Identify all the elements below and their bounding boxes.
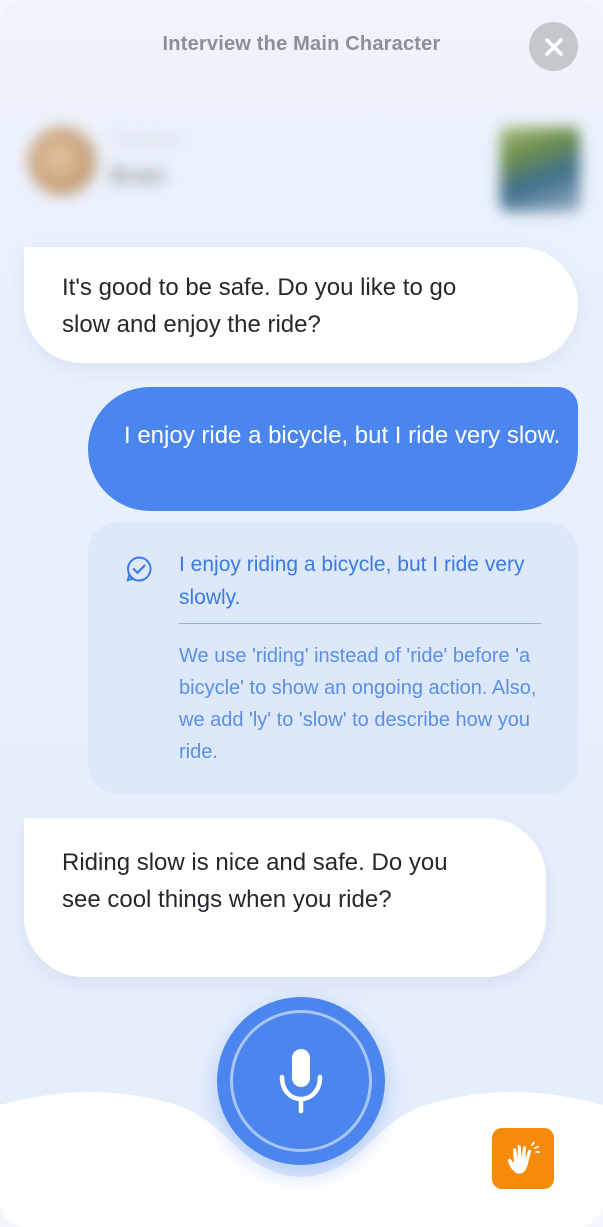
microphone-icon	[279, 1049, 323, 1114]
close-icon	[544, 37, 563, 56]
ai-message-bubble: Riding slow is nice and safe. Do you see…	[24, 818, 546, 977]
user-message-bubble: I enjoy ride a bicycle, but I ride very …	[88, 387, 578, 511]
avatar	[28, 127, 96, 195]
correction-card: I enjoy riding a bicycle, but I ride ver…	[88, 522, 578, 794]
character-subtitle: Character	[112, 132, 183, 149]
page-title: Interview the Main Character	[162, 33, 441, 55]
correction-explanation: We use 'riding' instead of 'ride' before…	[179, 645, 537, 763]
microphone-button[interactable]	[217, 997, 385, 1165]
divider	[179, 623, 541, 624]
ai-message-text: It's good to be safe. Do you like to go …	[62, 274, 457, 338]
character-name: Brain	[110, 163, 167, 188]
check-circle-icon	[126, 556, 152, 582]
app-frame: Interview the Main Character Character B…	[0, 0, 603, 1227]
ai-message-text: Riding slow is nice and safe. Do you see…	[62, 849, 448, 913]
microphone-ring	[230, 1010, 372, 1152]
book-thumbnail	[500, 127, 580, 212]
user-message-text: I enjoy ride a bicycle, but I ride very …	[124, 422, 561, 449]
character-header: Character Brain	[0, 115, 603, 225]
corrected-sentence: I enjoy riding a bicycle, but I ride ver…	[179, 553, 525, 609]
raise-hand-button[interactable]	[492, 1128, 554, 1189]
ai-message-bubble: It's good to be safe. Do you like to go …	[24, 247, 578, 363]
raise-hand-icon	[507, 1141, 540, 1174]
close-button[interactable]	[529, 22, 578, 71]
